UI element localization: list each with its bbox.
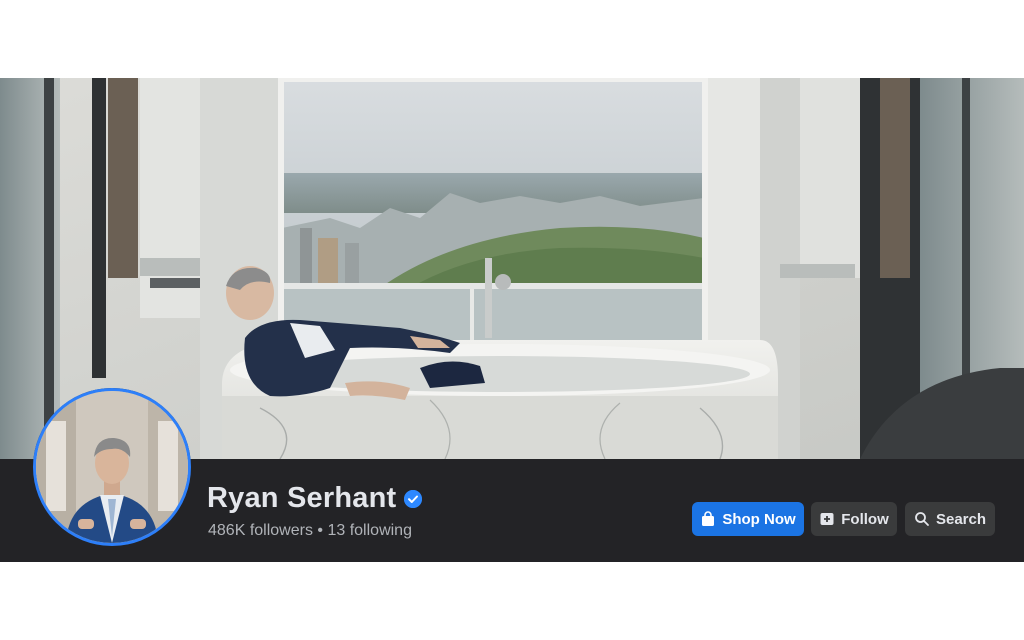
follow-label: Follow <box>841 510 889 528</box>
profile-stats: 486K followers • 13 following <box>208 522 412 540</box>
follow-button[interactable]: Follow <box>811 502 897 536</box>
shopping-bag-icon <box>700 511 716 527</box>
profile-header: Ryan Serhant 486K followers • 13 followi… <box>0 78 1024 562</box>
following-count[interactable]: 13 following <box>327 522 412 539</box>
search-button[interactable]: Search <box>905 502 995 536</box>
followers-count[interactable]: 486K followers <box>208 522 313 539</box>
follow-add-icon <box>819 511 835 527</box>
search-label: Search <box>935 510 987 528</box>
shop-now-button[interactable]: Shop Now <box>692 502 804 536</box>
stats-separator: • <box>317 522 324 539</box>
profile-name: Ryan Serhant <box>207 482 397 514</box>
profile-picture[interactable] <box>33 388 191 546</box>
verified-badge-icon[interactable] <box>404 489 423 508</box>
shop-now-label: Shop Now <box>722 510 796 528</box>
avatar[interactable] <box>33 388 191 546</box>
search-icon <box>914 511 930 527</box>
